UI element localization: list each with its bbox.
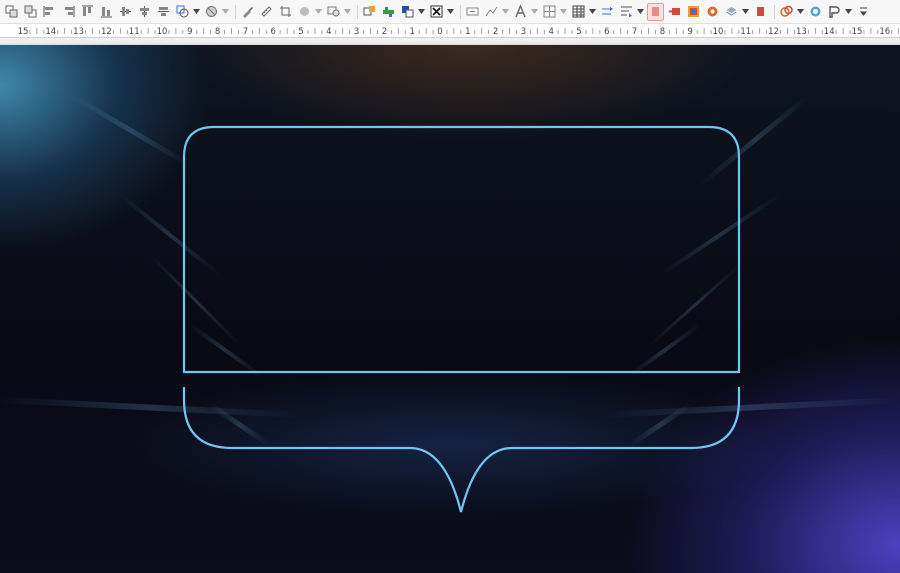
bring-forward-icon[interactable]: [3, 3, 20, 21]
toolbar-separator: [357, 4, 358, 19]
ruler-label: 4: [326, 27, 331, 37]
grid-icon[interactable]: [541, 3, 558, 21]
object-icon[interactable]: [325, 3, 342, 21]
text-box-icon[interactable]: [428, 3, 445, 21]
chart-icon[interactable]: [618, 3, 635, 21]
image-icon[interactable]: [685, 3, 702, 21]
circle-icon[interactable]: [296, 3, 313, 21]
ruler-label: 2: [493, 27, 498, 37]
navigator-icon[interactable]: [807, 3, 824, 21]
frame-speech-tail[interactable]: [182, 387, 741, 513]
align-middle-icon[interactable]: [155, 3, 172, 21]
ruler-label: 14: [45, 27, 56, 37]
chevron-down-icon[interactable]: [560, 3, 567, 21]
send-backward-icon[interactable]: [22, 3, 39, 21]
ruler-label: 0: [437, 27, 442, 37]
chevron-down-icon[interactable]: [845, 3, 852, 21]
ruler-label: 4: [548, 27, 553, 37]
ruler-label: 7: [632, 27, 637, 37]
animation-icon[interactable]: [666, 3, 683, 21]
ruler-label: 1: [465, 27, 470, 37]
ruler-label: 9: [187, 27, 192, 37]
ruler-label: 3: [354, 27, 359, 37]
chevron-down-icon[interactable]: [531, 3, 538, 21]
toolbar-separator: [235, 4, 236, 19]
chevron-down-icon[interactable]: [742, 3, 749, 21]
chevron-down-icon[interactable]: [344, 3, 351, 21]
ruler-label: 15: [852, 27, 863, 37]
toolbar-separator: [774, 4, 775, 19]
chevron-down-icon[interactable]: [315, 3, 322, 21]
ruler-label: 13: [73, 27, 84, 37]
ruler-label: 16: [879, 27, 890, 37]
fontwork-icon[interactable]: [464, 3, 481, 21]
align-center-vertical-icon[interactable]: [136, 3, 153, 21]
ruler-label: 7: [243, 27, 248, 37]
text-frame[interactable]: [182, 125, 741, 513]
ruler-label: 13: [796, 27, 807, 37]
ruler-label: 1: [409, 27, 414, 37]
ruler-label: 10: [157, 27, 168, 37]
shape-transform-icon[interactable]: [174, 3, 191, 21]
ruler-label: 14: [824, 27, 835, 37]
text-icon[interactable]: [512, 3, 529, 21]
align-left-icon[interactable]: [41, 3, 58, 21]
gallery-icon[interactable]: [778, 3, 795, 21]
ruler-label: 5: [576, 27, 581, 37]
ruler-label: 12: [768, 27, 779, 37]
table-icon[interactable]: [570, 3, 587, 21]
chevron-down-icon[interactable]: [797, 3, 804, 21]
more-icon[interactable]: [855, 3, 872, 21]
chevron-down-icon[interactable]: [502, 3, 509, 21]
hyperlink-icon[interactable]: [647, 2, 664, 21]
align-center-horizontal-icon[interactable]: [117, 3, 134, 21]
align-bottom-icon[interactable]: [98, 3, 115, 21]
ruler-tool-icon[interactable]: [258, 3, 275, 21]
slide-canvas[interactable]: [0, 45, 900, 573]
ruler-gutter: [0, 38, 900, 45]
arrange-icon[interactable]: [380, 3, 397, 21]
flip-icon[interactable]: [361, 3, 378, 21]
ruler-label: 12: [101, 27, 112, 37]
ruler-label: 9: [687, 27, 692, 37]
brush-icon[interactable]: [239, 3, 256, 21]
ruler-label: 11: [129, 27, 140, 37]
chevron-down-icon[interactable]: [222, 3, 229, 21]
chevron-down-icon[interactable]: [589, 3, 596, 21]
ruler-label: 8: [215, 27, 220, 37]
light-streaks: [0, 92, 900, 448]
crop-icon[interactable]: [277, 3, 294, 21]
frame-upper-box[interactable]: [182, 125, 741, 374]
line-arrow-icon[interactable]: [599, 3, 616, 21]
layer-icon[interactable]: [723, 3, 740, 21]
chevron-down-icon[interactable]: [637, 3, 644, 21]
slide-artwork: [0, 92, 900, 513]
ruler-label: 5: [298, 27, 303, 37]
ruler-label: 2: [382, 27, 387, 37]
ruler-label: 8: [660, 27, 665, 37]
shape-3d-icon[interactable]: [203, 3, 220, 21]
align-right-icon[interactable]: [60, 3, 77, 21]
ruler-label: 11: [740, 27, 751, 37]
horizontal-ruler[interactable]: 15 14 13 12 11 10 9 8 7 6 5 4 3 2 1 0 1 2 3 4 5 6 7 8 9 10 11 12 13 1…: [0, 24, 900, 38]
media-icon[interactable]: [704, 3, 721, 21]
color-icon[interactable]: [399, 3, 416, 21]
page-style-icon[interactable]: [826, 3, 843, 21]
align-top-icon[interactable]: [79, 3, 96, 21]
ruler-label: 10: [713, 27, 724, 37]
chevron-down-icon[interactable]: [193, 3, 200, 21]
ruler-label: 15: [18, 27, 29, 37]
connector-icon[interactable]: [483, 3, 500, 21]
ruler-label: 6: [604, 27, 609, 37]
chevron-down-icon[interactable]: [418, 3, 425, 21]
drawing-toolbar: [0, 0, 900, 24]
toolbar-separator: [460, 4, 461, 19]
chevron-down-icon[interactable]: [447, 3, 454, 21]
ruler-label: 3: [521, 27, 526, 37]
box-icon[interactable]: [752, 3, 769, 21]
ruler-label: 6: [270, 27, 275, 37]
